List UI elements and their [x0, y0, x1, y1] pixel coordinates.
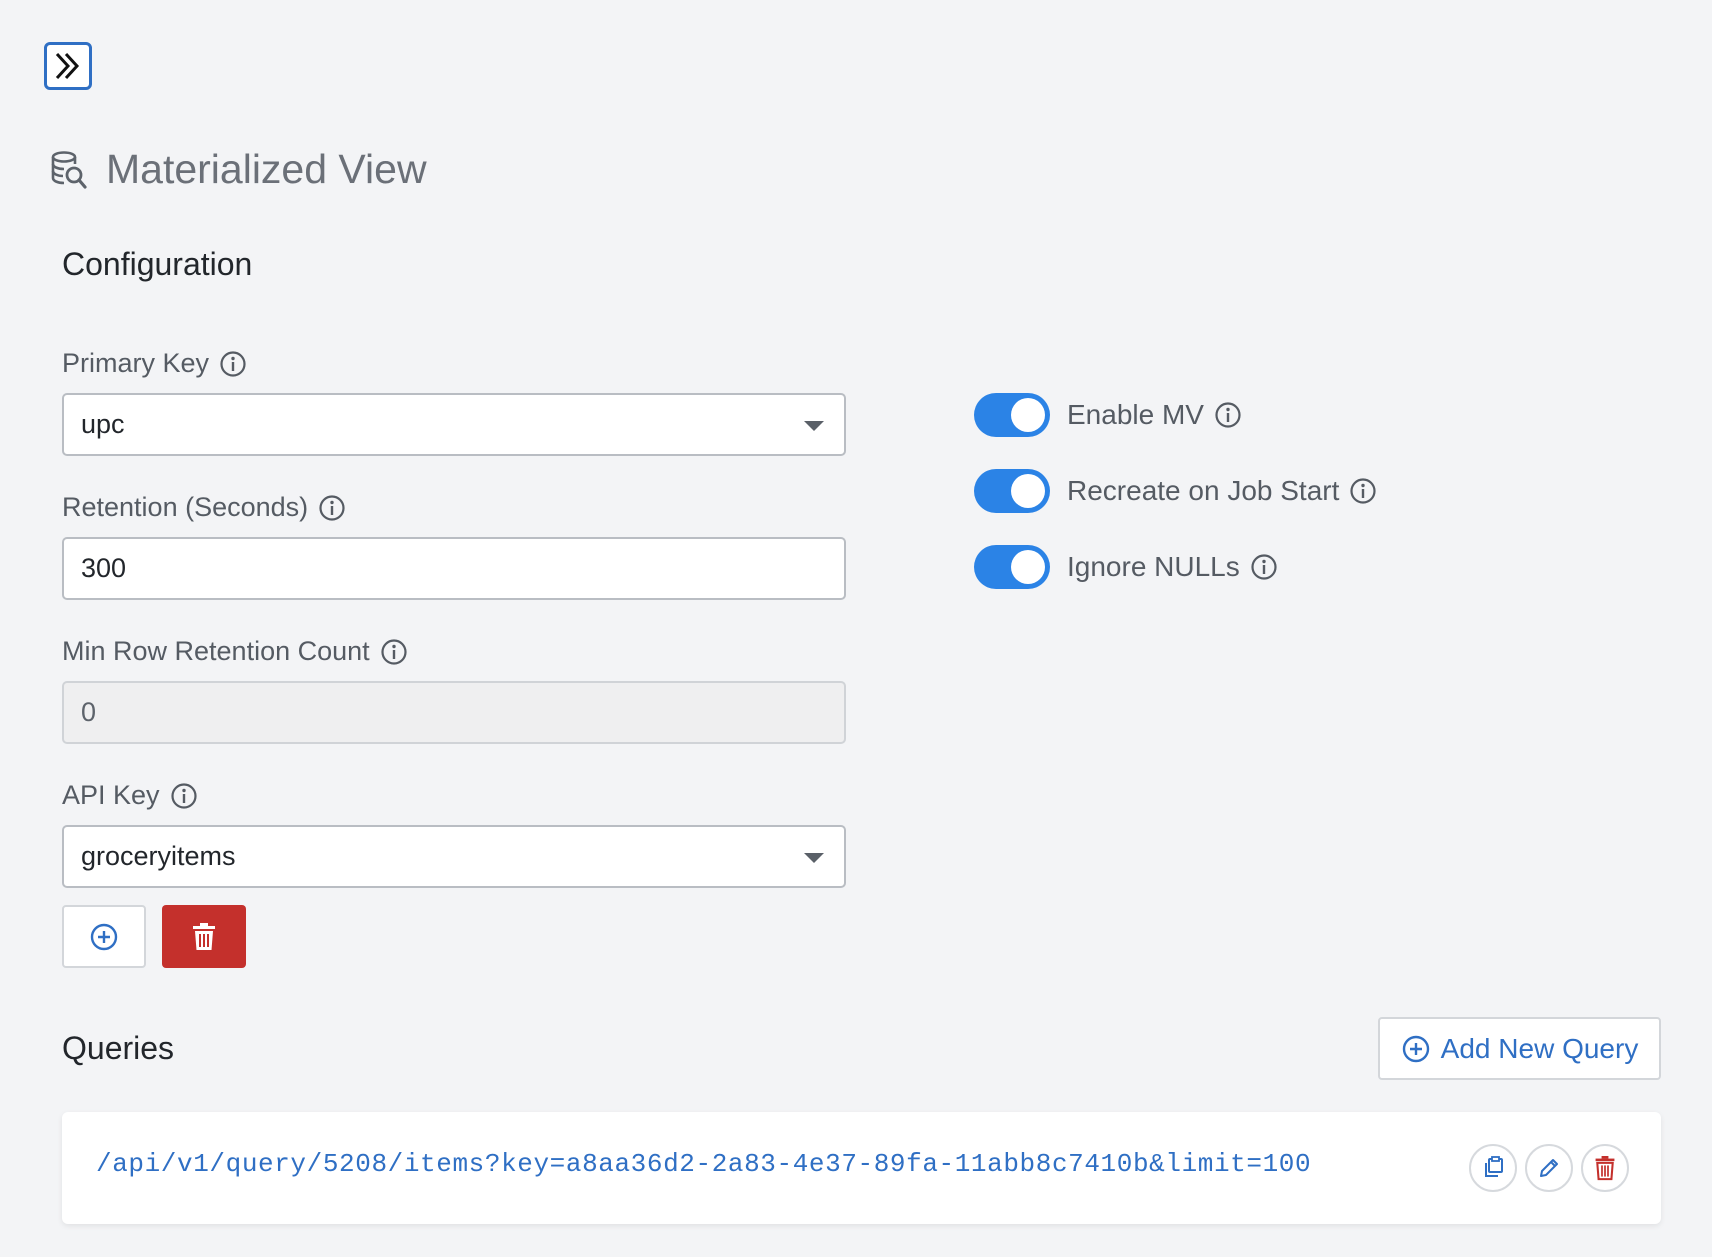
toggle-knob — [1011, 398, 1045, 432]
api-key-value: groceryitems — [81, 841, 236, 871]
copy-icon — [1485, 1156, 1503, 1177]
pencil-icon — [1540, 1159, 1558, 1177]
double-chevron-right-icon — [55, 52, 80, 80]
api-key-label-text: API Key — [62, 780, 160, 810]
primary-key-select[interactable]: upc — [62, 393, 846, 456]
plus-circle-icon — [90, 923, 118, 950]
primary-key-label-text: Primary Key — [62, 348, 210, 378]
edit-query-button[interactable] — [1525, 1144, 1573, 1192]
queries-heading: Queries — [62, 1030, 175, 1066]
delete-api-key-button[interactable] — [162, 905, 246, 968]
retention-label-text: Retention (Seconds) — [62, 492, 309, 522]
min-row-retention-input: 0 — [62, 681, 846, 744]
page-header: Materialized View — [50, 146, 427, 193]
info-icon[interactable] — [318, 494, 346, 522]
toggle-row-enable-mv: Enable MV — [974, 393, 1242, 437]
info-icon[interactable] — [170, 782, 198, 810]
recreate-on-job-start-label: Recreate on Job Start — [1067, 475, 1340, 506]
add-new-query-label: Add New Query — [1440, 1032, 1639, 1064]
chevron-down-icon — [804, 853, 824, 863]
database-search-icon — [51, 150, 87, 189]
toggle-knob — [1011, 550, 1045, 584]
enable-mv-toggle[interactable] — [974, 393, 1050, 437]
ignore-nulls-toggle[interactable] — [974, 545, 1050, 589]
info-icon[interactable] — [1214, 401, 1242, 429]
info-icon[interactable] — [1250, 553, 1278, 581]
api-key-select[interactable]: groceryitems — [62, 825, 846, 888]
min-row-retention-value: 0 — [81, 697, 97, 727]
delete-query-button[interactable] — [1581, 1144, 1629, 1192]
collapse-panel-button[interactable] — [44, 42, 92, 90]
add-new-query-button[interactable]: Add New Query — [1378, 1017, 1661, 1080]
toggle-row-recreate: Recreate on Job Start — [974, 469, 1377, 513]
copy-query-button[interactable] — [1469, 1144, 1517, 1192]
info-icon[interactable] — [219, 350, 247, 378]
enable-mv-label: Enable MV — [1067, 399, 1204, 430]
recreate-on-job-start-toggle[interactable] — [974, 469, 1050, 513]
configuration-heading: Configuration — [62, 246, 253, 282]
query-url[interactable]: /api/v1/query/5208/items?key=a8aa36d2-2a… — [96, 1149, 1311, 1179]
plus-circle-icon — [1402, 1035, 1429, 1062]
query-item: /api/v1/query/5208/items?key=a8aa36d2-2a… — [62, 1112, 1661, 1224]
primary-key-value: upc — [81, 409, 125, 439]
ignore-nulls-label: Ignore NULLs — [1067, 551, 1240, 582]
page-title: Materialized View — [106, 146, 427, 192]
retention-value: 300 — [81, 553, 127, 583]
chevron-down-icon — [804, 421, 824, 431]
toggle-knob — [1011, 474, 1045, 508]
add-api-key-button[interactable] — [62, 905, 146, 968]
min-row-retention-label: Min Row Retention Count — [62, 636, 408, 667]
trash-icon — [1595, 1156, 1615, 1181]
retention-label: Retention (Seconds) — [62, 492, 346, 523]
primary-key-label: Primary Key — [62, 348, 247, 379]
trash-icon — [193, 922, 215, 950]
retention-input[interactable]: 300 — [62, 537, 846, 600]
api-key-label: API Key — [62, 780, 198, 811]
toggle-row-ignore-nulls: Ignore NULLs — [974, 545, 1278, 589]
info-icon[interactable] — [380, 638, 408, 666]
min-row-retention-label-text: Min Row Retention Count — [62, 636, 370, 666]
info-icon[interactable] — [1349, 477, 1377, 505]
